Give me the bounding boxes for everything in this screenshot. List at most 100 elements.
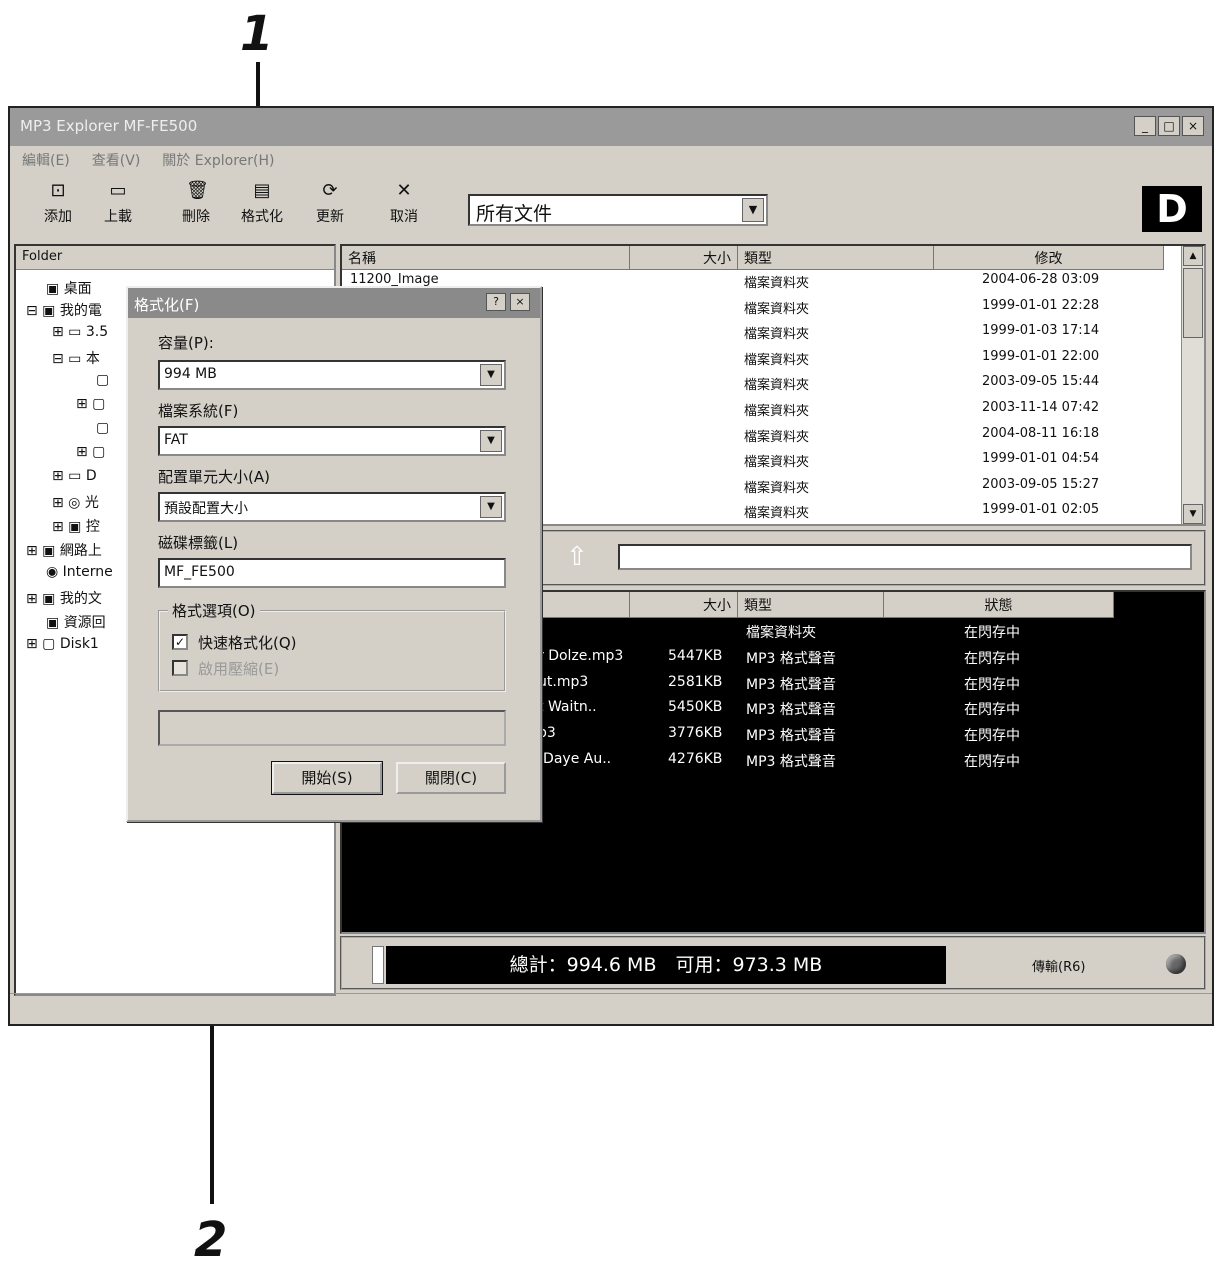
scroll-thumb[interactable]	[1183, 268, 1203, 338]
capacity-select[interactable]: 994 MB ▼	[158, 360, 506, 390]
file-modified: 1999-01-01 22:28	[982, 297, 1100, 313]
file-name: 11200_Image	[350, 272, 439, 287]
menu-edit[interactable]: 編輯(E)	[22, 150, 70, 170]
device-status-area: 總計：994.6 MB 可用：973.3 MB 傳輸(R6)	[340, 936, 1206, 990]
device-file-status: 在閃存中	[964, 702, 1020, 719]
file-type: 檔案資料夾	[744, 352, 810, 368]
start-format-button[interactable]: 開始(S)	[271, 761, 383, 795]
chevron-down-icon[interactable]: ▼	[480, 496, 502, 518]
tree-item-folder-a[interactable]: ▢	[96, 372, 109, 388]
volume-label-input[interactable]: MF_FE500	[158, 558, 506, 588]
device-file-status: 在閃存中	[964, 728, 1020, 745]
refresh-button[interactable]: ⟳ 更新	[304, 180, 356, 226]
tree-item-disk1[interactable]: ⊞ ▢ Disk1	[26, 636, 99, 652]
scroll-up-icon[interactable]: ▲	[1183, 246, 1203, 266]
device-file-type: 檔案資料夾	[746, 625, 816, 641]
capacity-readout: 總計：994.6 MB 可用：973.3 MB	[386, 946, 946, 984]
device-file-type: MP3 格式聲音	[746, 702, 836, 719]
chevron-down-icon[interactable]: ▼	[742, 198, 764, 222]
file-type: 檔案資料夾	[744, 301, 810, 317]
device-file-size: 3776KB	[668, 725, 723, 742]
format-progress-bar	[158, 710, 506, 746]
file-type: 檔案資料夾	[744, 276, 810, 291]
quick-format-checkbox[interactable]: ✓	[172, 634, 188, 650]
toolbar: ⊡ 添加 ▭ 上載 🗑 刪除 ▤ 格式化 ⟳ 更新 ✕ 取消 所有文件 ▼ D	[10, 174, 1212, 240]
tree-item-network[interactable]: ⊞ ▣ 網路上	[26, 540, 102, 560]
tree-item-folder-b[interactable]: ⊞ ▢	[76, 396, 105, 412]
file-modified: 2003-11-14 07:42	[982, 400, 1100, 415]
help-button[interactable]: ?	[486, 293, 506, 311]
device-column-header-type[interactable]: 類型	[738, 592, 884, 618]
file-type: 檔案資料夾	[744, 455, 810, 471]
column-header-size[interactable]: 大小	[630, 246, 738, 270]
folder-pane-header: Folder	[16, 246, 334, 270]
tree-item-internet[interactable]: ◉ Interne	[46, 564, 113, 580]
column-header-type[interactable]: 類型	[738, 246, 934, 270]
device-path-field[interactable]	[618, 544, 1192, 570]
file-modified: 1999-01-03 17:14	[982, 323, 1100, 339]
file-modified: 2004-06-28 03:09	[982, 272, 1100, 287]
chevron-down-icon[interactable]: ▼	[480, 430, 502, 452]
maximize-button[interactable]: □	[1158, 116, 1180, 136]
cancel-button[interactable]: ✕ 取消	[378, 180, 430, 226]
window-status-bar	[10, 993, 1212, 1024]
menu-view[interactable]: 查看(V)	[92, 150, 141, 170]
upload-icon: ▭	[109, 180, 127, 201]
format-dialog-title: 格式化(F)	[134, 296, 200, 314]
title-bar: MP3 Explorer MF-FE500 _ □ ×	[10, 108, 1212, 146]
transfer-label: 傳輸(R6)	[1032, 960, 1086, 975]
menu-about[interactable]: 關於 Explorer(H)	[162, 150, 274, 170]
menu-bar: 編輯(E) 查看(V) 關於 Explorer(H)	[10, 146, 1212, 174]
column-header-modified[interactable]: 修改	[934, 246, 1164, 270]
tree-item-recycle-bin[interactable]: ▣ 資源回	[46, 612, 106, 632]
tree-item-floppy[interactable]: ⊞ ▭ 3.5	[52, 324, 108, 340]
device-file-status: 在閃存中	[964, 625, 1020, 641]
filesystem-select[interactable]: FAT ▼	[158, 426, 506, 456]
device-file-status: 在閃存中	[964, 676, 1020, 693]
file-list-scrollbar[interactable]: ▲ ▼	[1181, 246, 1204, 524]
tree-item-desktop[interactable]: ▣ 桌面	[46, 278, 92, 298]
file-modified: 1999-01-01 02:05	[982, 502, 1100, 518]
device-column-header-status[interactable]: 狀態	[884, 592, 1114, 618]
upload-button[interactable]: ▭ 上載	[92, 180, 144, 226]
chevron-down-icon[interactable]: ▼	[480, 364, 502, 386]
allocation-size-select[interactable]: 預設配置大小 ▼	[158, 492, 506, 522]
minimize-button[interactable]: _	[1134, 116, 1156, 136]
tree-item-my-computer[interactable]: ⊟ ▣ 我的電	[26, 300, 102, 320]
compression-checkbox[interactable]	[172, 660, 188, 676]
format-options-legend: 格式選項(O)	[168, 600, 260, 621]
delete-icon: 🗑	[186, 180, 209, 201]
device-column-header-size[interactable]: 大小	[630, 592, 738, 618]
tree-item-control-panel[interactable]: ⊞ ▣ 控	[52, 516, 100, 536]
format-dialog-title-bar: 格式化(F) ? ×	[128, 288, 540, 318]
file-type: 檔案資料夾	[744, 327, 810, 343]
tree-item-drive-d[interactable]: ⊞ ▭ D	[52, 468, 97, 484]
close-button[interactable]: ×	[1182, 116, 1204, 136]
device-file-size: 5450KB	[668, 699, 723, 716]
column-header-name[interactable]: 名稱	[342, 246, 630, 270]
dialog-close-button[interactable]: ×	[510, 293, 530, 311]
tree-item-local-disk[interactable]: ⊟ ▭ 本	[52, 348, 100, 368]
window-title: MP3 Explorer MF-FE500	[20, 117, 198, 135]
device-file-name: ut.mp3	[538, 673, 589, 690]
delete-button[interactable]: 🗑 刪除	[170, 180, 222, 226]
device-file-size: 2581KB	[668, 673, 723, 690]
filesystem-label: 檔案系統(F)	[158, 402, 239, 420]
tree-item-my-documents[interactable]: ⊞ ▣ 我的文	[26, 588, 102, 608]
file-type: 檔案資料夾	[744, 506, 810, 522]
scroll-down-icon[interactable]: ▼	[1183, 504, 1203, 524]
cancel-icon: ✕	[396, 180, 412, 201]
volume-label-label: 磁碟標籤(L)	[158, 534, 239, 552]
add-button[interactable]: ⊡ 添加	[32, 180, 84, 226]
tree-item-folder-c[interactable]: ▢	[96, 420, 109, 436]
device-file-type: MP3 格式聲音	[746, 650, 836, 667]
file-filter-select[interactable]: 所有文件 ▼	[468, 194, 768, 226]
tree-item-cdrom[interactable]: ⊞ ◎ 光	[52, 492, 99, 512]
close-dialog-button[interactable]: 關閉(C)	[396, 762, 506, 794]
format-button[interactable]: ▤ 格式化	[232, 180, 292, 226]
device-file-size: 4276KB	[668, 751, 723, 767]
up-folder-icon[interactable]: ⇧	[566, 542, 588, 572]
tree-item-folder-d[interactable]: ⊞ ▢	[76, 444, 105, 460]
status-led-icon	[1166, 954, 1186, 974]
file-modified: 1999-01-01 22:00	[982, 348, 1100, 364]
